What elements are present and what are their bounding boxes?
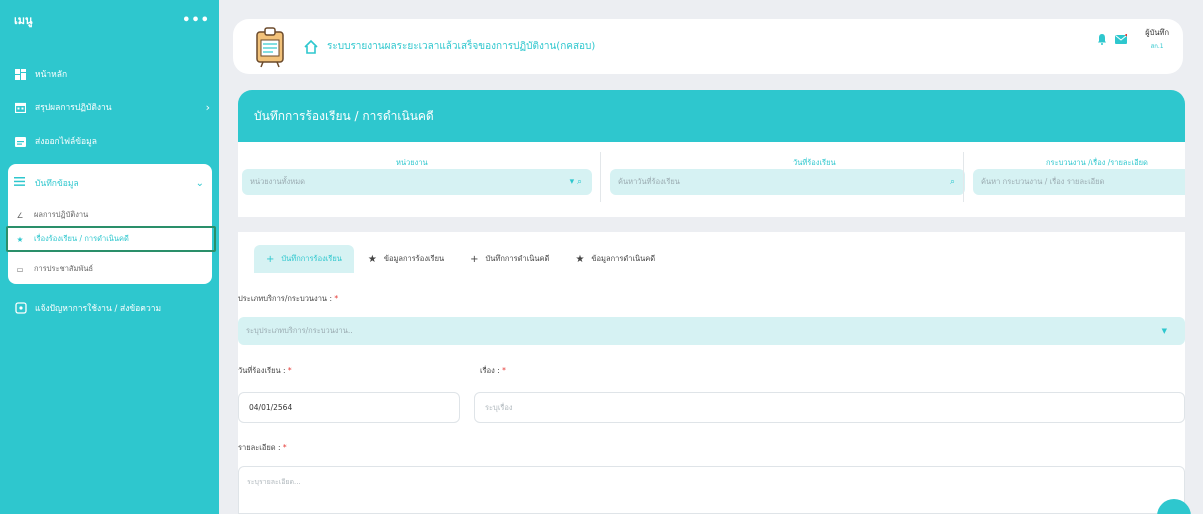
- filter-label-keyword: กระบวนงาน /เรื่อง /รายละเอียด: [1046, 158, 1148, 167]
- plus-icon: +: [470, 253, 479, 265]
- required-mark: *: [282, 443, 287, 452]
- search-icon: ⌕: [949, 177, 955, 187]
- detail-label-text: รายละเอียด :: [238, 443, 281, 452]
- service-label-text: ประเภทบริการ/กระบวนงาน :: [238, 294, 332, 303]
- broadcast-icon: ▭: [16, 264, 24, 274]
- date-filter-input[interactable]: ค้นหาวันที่ร้องเรียน ⌕: [610, 169, 965, 195]
- gavel-icon: ★: [367, 253, 377, 265]
- required-mark: *: [287, 366, 292, 375]
- page-title: บันทึกการร้องเรียน / การดำเนินคดี: [254, 108, 434, 123]
- dashboard-icon: [14, 68, 27, 81]
- unit-filter-value: หน่วยงานทั้งหมด: [250, 177, 306, 186]
- subject-placeholder: ระบุเรื่อง: [485, 402, 513, 412]
- date-label-text: วันที่ร้องเรียน :: [238, 366, 286, 375]
- user-unit: สก.1: [1150, 43, 1164, 50]
- system-title: ระบบรายงานผลระยะเวลาแล้วเสร็จของการปฏิบั…: [327, 41, 596, 52]
- service-label: ประเภทบริการ/กระบวนงาน : *: [238, 293, 338, 305]
- more-icon[interactable]: •••: [182, 13, 210, 28]
- tab-label: ข้อมูลการร้องเรียน: [383, 254, 445, 263]
- sidebar-item-home[interactable]: หน้าหลัก: [14, 64, 210, 84]
- date-filter-placeholder: ค้นหาวันที่ร้องเรียน: [618, 177, 680, 186]
- home-icon[interactable]: [303, 39, 319, 55]
- sidebar-group-toggle[interactable]: บันทึกข้อมูล ⌄: [14, 174, 204, 192]
- sidebar-title: เมนู: [14, 14, 33, 27]
- sidebar-header: เมนู •••: [14, 10, 210, 30]
- bell-icon[interactable]: [1097, 33, 1107, 45]
- chevron-right-icon: ›: [205, 100, 210, 114]
- sidebar-item-label: หน้าหลัก: [35, 70, 68, 80]
- subject-label-text: เรื่อง :: [480, 366, 500, 375]
- tab-label: บันทึกการร้องเรียน: [281, 254, 342, 263]
- complaint-form: + บันทึกการร้องเรียน ★ ข้อมูลการร้องเรีย…: [238, 232, 1185, 514]
- required-mark: *: [502, 366, 506, 375]
- app-logo-icon: [256, 26, 284, 67]
- filter-divider: [600, 152, 601, 202]
- sidebar-item-export[interactable]: ส่งออกไฟล์ข้อมูล: [14, 131, 210, 151]
- caret-down-icon: ▼: [1161, 327, 1167, 335]
- tab-record-case[interactable]: + บันทึกการดำเนินคดี: [458, 245, 561, 273]
- detail-label: รายละเอียด : *: [238, 442, 287, 454]
- chevron-down-icon: ⌄: [195, 177, 204, 189]
- list-icon: [14, 177, 27, 189]
- dropdown-search-icon: ▾ ⌕: [569, 177, 582, 187]
- tab-label: บันทึกการดำเนินคดี: [485, 254, 550, 263]
- tab-label: ข้อมูลการดำเนินคดี: [591, 254, 656, 263]
- user-area: ผู้บันทึก สก.1: [1097, 27, 1169, 51]
- complaint-date-input[interactable]: 04/01/2564: [238, 392, 460, 423]
- unit-filter-select[interactable]: หน่วยงานทั้งหมด ▾ ⌕: [242, 169, 592, 195]
- page-title-banner: บันทึกการร้องเรียน / การดำเนินคดี: [238, 90, 1185, 142]
- tab-case-data[interactable]: ★ ข้อมูลการดำเนินคดี: [563, 245, 667, 273]
- detail-textarea[interactable]: ระบุรายละเอียด...: [238, 466, 1185, 514]
- subject-input[interactable]: ระบุเรื่อง: [474, 392, 1185, 423]
- filter-panel: หน่วยงาน หน่วยงานทั้งหมด ▾ ⌕ วันที่ร้องเ…: [238, 142, 1185, 217]
- message-icon: [14, 302, 27, 315]
- subject-label: เรื่อง : *: [480, 365, 506, 377]
- sidebar-subitem-pr[interactable]: ▭ การประชาสัมพันธ์: [14, 259, 208, 279]
- sidebar: เมนู ••• หน้าหลัก สรุปผลการปฏิบัติงาน › …: [0, 0, 219, 514]
- sidebar-item-summary[interactable]: สรุปผลการปฏิบัติงาน ›: [14, 97, 210, 117]
- required-mark: *: [334, 294, 339, 303]
- keyword-filter-placeholder: ค้นหา กระบวนงาน / เรื่อง รายละเอียด: [981, 177, 1105, 186]
- sidebar-item-label: ส่งออกไฟล์ข้อมูล: [35, 137, 97, 147]
- service-placeholder: ระบุประเภทบริการ/กระบวนงาน..: [246, 326, 353, 335]
- sidebar-subitem-label: ผลการปฏิบัติงาน: [34, 210, 89, 219]
- calendar-icon: [14, 101, 27, 114]
- calendar-check-icon: [14, 135, 27, 148]
- selection-highlight: [6, 226, 216, 252]
- pencil-icon: ∠: [16, 210, 24, 220]
- sidebar-group-label: บันทึกข้อมูล: [35, 179, 79, 189]
- date-label: วันที่ร้องเรียน : *: [238, 365, 292, 377]
- sidebar-item-label: สรุปผลการปฏิบัติงาน: [35, 103, 112, 113]
- mail-icon[interactable]: [1115, 34, 1128, 44]
- detail-placeholder: ระบุรายละเอียด...: [247, 478, 301, 486]
- top-header: ระบบรายงานผลระยะเวลาแล้วเสร็จของการปฏิบั…: [233, 19, 1183, 74]
- filter-label-unit: หน่วยงาน: [396, 158, 428, 167]
- plus-icon: +: [266, 253, 275, 265]
- gavel-icon: ★: [575, 253, 585, 265]
- filter-divider: [963, 152, 964, 202]
- user-name: ผู้บันทึก: [1145, 28, 1169, 37]
- tab-complaint-data[interactable]: ★ ข้อมูลการร้องเรียน: [356, 245, 456, 273]
- service-select[interactable]: ระบุประเภทบริการ/กระบวนงาน.. ▼: [238, 317, 1185, 345]
- user-profile[interactable]: ผู้บันทึก สก.1: [1145, 27, 1169, 51]
- keyword-filter-input[interactable]: ค้นหา กระบวนงาน / เรื่อง รายละเอียด: [973, 169, 1185, 195]
- complaint-date-value: 04/01/2564: [249, 403, 293, 412]
- filter-label-date: วันที่ร้องเรียน: [793, 158, 836, 167]
- sidebar-subitem-performance[interactable]: ∠ ผลการปฏิบัติงาน: [14, 205, 208, 225]
- sidebar-item-report-problem[interactable]: แจ้งปัญหาการใช้งาน / ส่งข้อความ: [14, 298, 210, 318]
- tab-record-complaint[interactable]: + บันทึกการร้องเรียน: [254, 245, 354, 273]
- sidebar-item-label: แจ้งปัญหาการใช้งาน / ส่งข้อความ: [35, 304, 162, 314]
- form-tabs: + บันทึกการร้องเรียน ★ ข้อมูลการร้องเรีย…: [254, 245, 669, 273]
- sidebar-subitem-label: การประชาสัมพันธ์: [34, 264, 94, 273]
